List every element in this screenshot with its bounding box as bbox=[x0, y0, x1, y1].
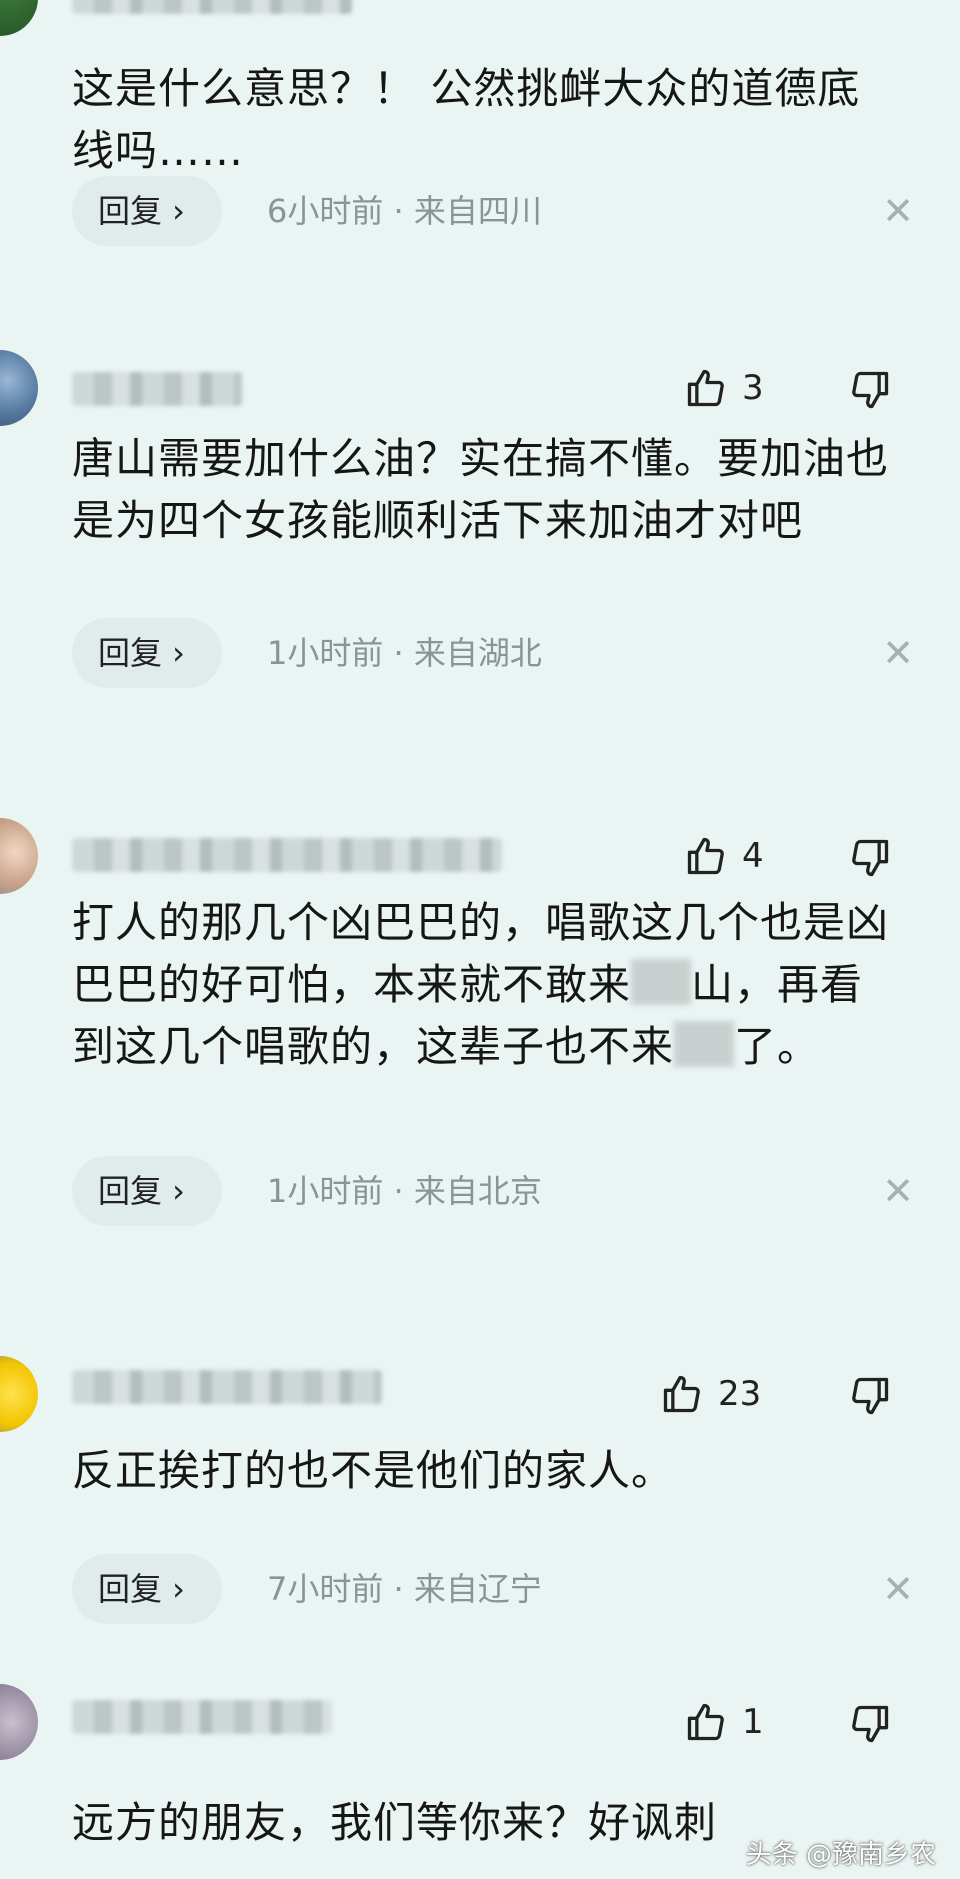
username-blurred bbox=[72, 1370, 382, 1404]
comment-meta: 7小时前 · 来自辽宁 bbox=[267, 1570, 542, 1608]
comment-meta: 1小时前 · 来自湖北 bbox=[267, 634, 542, 672]
comment-text: 打人的那几个凶巴巴的，唱歌这几个也是凶巴巴的好可怕，本来就不敢来 山，再看到这几个… bbox=[72, 892, 902, 1078]
like-button[interactable]: 23 bbox=[660, 1372, 761, 1416]
thumbs-up-icon bbox=[687, 1703, 724, 1741]
censored-block bbox=[631, 959, 692, 1005]
thumbs-down-icon[interactable] bbox=[848, 368, 892, 412]
reply-button[interactable]: 回复 › bbox=[72, 618, 222, 688]
like-count: 4 bbox=[742, 836, 764, 876]
censored-block bbox=[674, 1021, 735, 1067]
comment-actions: 回复 › 7小时前 · 来自辽宁 ✕ bbox=[72, 1554, 914, 1624]
thumbs-up-icon bbox=[663, 1375, 700, 1413]
like-count: 23 bbox=[718, 1374, 762, 1414]
watermark: 头条 @豫南乡农 bbox=[745, 1840, 936, 1870]
username-blurred bbox=[72, 838, 502, 872]
reply-button[interactable]: 回复 › bbox=[72, 1156, 222, 1226]
avatar[interactable] bbox=[0, 350, 38, 426]
avatar[interactable] bbox=[0, 1684, 38, 1760]
avatar[interactable] bbox=[0, 0, 38, 36]
username-blurred bbox=[72, 1700, 332, 1734]
thumbs-down-icon[interactable] bbox=[848, 836, 892, 880]
comment-actions: 回复 › 6小时前 · 来自四川 ✕ bbox=[72, 176, 914, 246]
close-icon[interactable]: ✕ bbox=[882, 618, 914, 688]
avatar[interactable] bbox=[0, 1356, 38, 1432]
comment-meta: 6小时前 · 来自四川 bbox=[267, 192, 542, 230]
comment-meta: 1小时前 · 来自北京 bbox=[267, 1172, 542, 1210]
close-icon[interactable]: ✕ bbox=[882, 1554, 914, 1624]
thumbs-up-icon bbox=[687, 837, 724, 875]
comment-text: 这是什么意思？！ 公然挑衅大众的道德底线吗…… bbox=[72, 64, 861, 175]
username-blurred bbox=[72, 372, 242, 406]
avatar[interactable] bbox=[0, 818, 38, 894]
comment-actions: 回复 › 1小时前 · 来自北京 ✕ bbox=[72, 1156, 914, 1226]
close-icon[interactable]: ✕ bbox=[882, 176, 914, 246]
reply-button[interactable]: 回复 › bbox=[72, 176, 222, 246]
comment-actions: 回复 › 1小时前 · 来自湖北 ✕ bbox=[72, 618, 914, 688]
username-blurred bbox=[72, 0, 352, 14]
thumbs-down-icon[interactable] bbox=[848, 1702, 892, 1746]
comment-text: 唐山需要加什么油？实在搞不懂。要加油也是为四个女孩能顺利活下来加油才对吧 bbox=[72, 434, 890, 545]
thumbs-down-icon[interactable] bbox=[848, 1374, 892, 1418]
like-count: 3 bbox=[742, 368, 764, 408]
comment-text: 反正挨打的也不是他们的家人。 bbox=[72, 1446, 675, 1495]
like-button[interactable]: 3 bbox=[684, 366, 764, 410]
reply-button[interactable]: 回复 › bbox=[72, 1554, 222, 1624]
like-count: 1 bbox=[742, 1702, 764, 1742]
like-button[interactable]: 1 bbox=[684, 1700, 764, 1744]
close-icon[interactable]: ✕ bbox=[882, 1156, 914, 1226]
like-button[interactable]: 4 bbox=[684, 834, 764, 878]
comment-text-part: 了。 bbox=[734, 1022, 821, 1071]
thumbs-up-icon bbox=[687, 369, 724, 407]
